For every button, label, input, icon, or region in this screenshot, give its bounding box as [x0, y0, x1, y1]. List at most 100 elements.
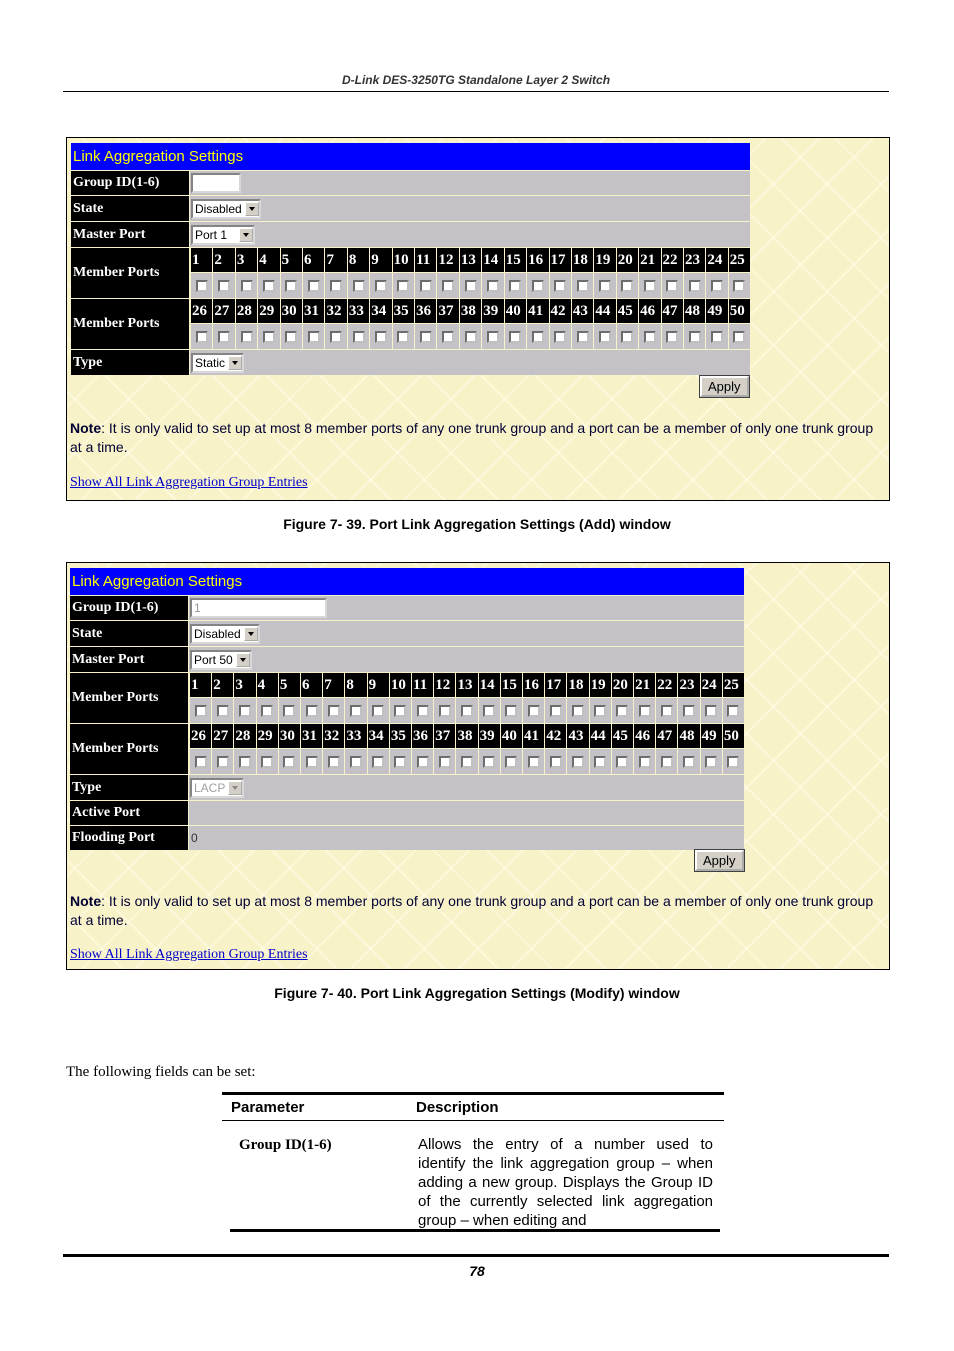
port-checkbox[interactable] [261, 704, 274, 717]
port-checkbox[interactable] [483, 755, 496, 768]
port-checkbox[interactable] [527, 755, 540, 768]
port-checkbox[interactable] [327, 755, 340, 768]
show-all-entries-link[interactable]: Show All Link Aggregation Group Entries [70, 947, 308, 963]
group-id-input[interactable] [191, 173, 241, 193]
port-checkbox[interactable] [638, 755, 651, 768]
port-checkbox[interactable] [572, 704, 585, 717]
port-checkbox[interactable] [240, 279, 253, 292]
port-checkbox[interactable] [486, 279, 499, 292]
port-checkbox[interactable] [621, 330, 634, 343]
port-checkbox[interactable] [372, 704, 385, 717]
port-checkbox[interactable] [283, 755, 296, 768]
port-checkbox[interactable] [705, 755, 718, 768]
port-checkbox[interactable] [531, 279, 544, 292]
port-checkbox[interactable] [394, 704, 407, 717]
port-checkbox[interactable] [442, 330, 455, 343]
port-checkbox[interactable] [727, 704, 740, 717]
port-checkbox[interactable] [549, 755, 562, 768]
port-checkbox[interactable] [505, 704, 518, 717]
port-checkbox[interactable] [666, 330, 679, 343]
port-checkbox[interactable] [549, 704, 562, 717]
port-checkbox[interactable] [643, 330, 656, 343]
chevron-down-icon[interactable] [243, 626, 258, 641]
port-checkbox[interactable] [216, 755, 229, 768]
port-checkbox[interactable] [419, 330, 432, 343]
port-checkbox[interactable] [599, 279, 612, 292]
port-checkbox[interactable] [594, 755, 607, 768]
port-checkbox[interactable] [461, 704, 474, 717]
port-checkbox[interactable] [643, 279, 656, 292]
port-checkbox[interactable] [419, 279, 432, 292]
port-checkbox[interactable] [461, 755, 474, 768]
port-checkbox[interactable] [397, 279, 410, 292]
apply-button[interactable]: Apply [694, 849, 745, 872]
port-checkbox[interactable] [688, 330, 701, 343]
port-checkbox[interactable] [350, 704, 363, 717]
port-checkbox[interactable] [330, 330, 343, 343]
port-checkbox[interactable] [307, 330, 320, 343]
port-checkbox[interactable] [554, 330, 567, 343]
port-checkbox[interactable] [352, 330, 365, 343]
port-checkbox[interactable] [683, 755, 696, 768]
port-checkbox[interactable] [305, 755, 318, 768]
port-checkbox[interactable] [733, 330, 746, 343]
port-checkbox[interactable] [261, 755, 274, 768]
port-checkbox[interactable] [464, 279, 477, 292]
port-checkbox[interactable] [660, 704, 673, 717]
port-checkbox[interactable] [416, 704, 429, 717]
master-port-select[interactable]: Port 1 [191, 224, 255, 245]
port-checkbox[interactable] [727, 755, 740, 768]
chevron-down-icon[interactable] [228, 355, 243, 370]
port-checkbox[interactable] [616, 704, 629, 717]
port-checkbox[interactable] [666, 279, 679, 292]
port-checkbox[interactable] [285, 279, 298, 292]
port-checkbox[interactable] [416, 755, 429, 768]
port-checkbox[interactable] [621, 279, 634, 292]
port-checkbox[interactable] [330, 279, 343, 292]
port-checkbox[interactable] [216, 704, 229, 717]
port-checkbox[interactable] [486, 330, 499, 343]
port-checkbox[interactable] [240, 330, 253, 343]
port-checkbox[interactable] [262, 330, 275, 343]
port-checkbox[interactable] [327, 704, 340, 717]
port-checkbox[interactable] [195, 330, 208, 343]
port-checkbox[interactable] [705, 704, 718, 717]
port-checkbox[interactable] [372, 755, 385, 768]
chevron-down-icon[interactable] [239, 227, 253, 242]
show-all-entries-link[interactable]: Show All Link Aggregation Group Entries [70, 475, 308, 491]
port-checkbox[interactable] [509, 330, 522, 343]
port-checkbox[interactable] [394, 755, 407, 768]
port-checkbox[interactable] [218, 330, 231, 343]
apply-button[interactable]: Apply [699, 375, 750, 398]
port-checkbox[interactable] [283, 704, 296, 717]
port-checkbox[interactable] [576, 330, 589, 343]
port-checkbox[interactable] [442, 279, 455, 292]
port-checkbox[interactable] [438, 755, 451, 768]
port-checkbox[interactable] [397, 330, 410, 343]
port-checkbox[interactable] [374, 279, 387, 292]
port-checkbox[interactable] [683, 704, 696, 717]
chevron-down-icon[interactable] [244, 201, 259, 216]
port-checkbox[interactable] [305, 704, 318, 717]
port-checkbox[interactable] [616, 755, 629, 768]
port-checkbox[interactable] [285, 330, 298, 343]
port-checkbox[interactable] [239, 755, 251, 768]
port-checkbox[interactable] [239, 704, 251, 717]
port-checkbox[interactable] [733, 279, 746, 292]
port-checkbox[interactable] [350, 755, 363, 768]
port-checkbox[interactable] [527, 704, 540, 717]
port-checkbox[interactable] [572, 755, 585, 768]
port-checkbox[interactable] [438, 704, 451, 717]
port-checkbox[interactable] [554, 279, 567, 292]
port-checkbox[interactable] [352, 279, 365, 292]
type-select[interactable]: Static [191, 352, 245, 373]
port-checkbox[interactable] [594, 704, 607, 717]
port-checkbox[interactable] [509, 279, 522, 292]
port-checkbox[interactable] [531, 330, 544, 343]
state-select[interactable]: Disabled [190, 623, 260, 644]
port-checkbox[interactable] [464, 330, 477, 343]
port-checkbox[interactable] [194, 704, 207, 717]
port-checkbox[interactable] [505, 755, 518, 768]
port-checkbox[interactable] [307, 279, 320, 292]
chevron-down-icon[interactable] [235, 652, 250, 667]
